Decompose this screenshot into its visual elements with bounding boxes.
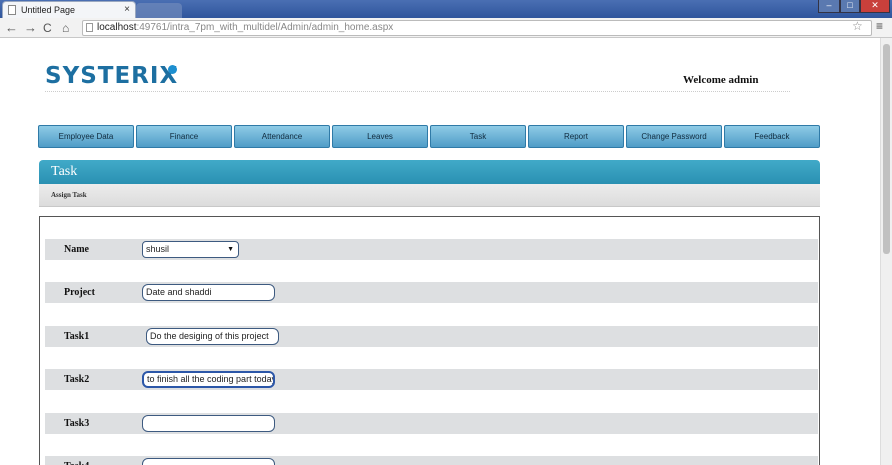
browser-tabstrip: Untitled Page × – □ ✕ <box>0 0 892 18</box>
name-select[interactable]: shusil ▼ <box>142 241 239 258</box>
menu-task[interactable]: Task <box>430 125 526 148</box>
task3-input[interactable] <box>142 415 275 432</box>
assign-task-form: Name shusil ▼ Project Date and shaddi Ta… <box>39 216 820 465</box>
address-bar[interactable]: localhost:49761/intra_7pm_with_multidel/… <box>82 20 872 36</box>
page-info-icon <box>86 23 93 32</box>
form-row-task3: Task3 <box>45 413 818 434</box>
menu-report[interactable]: Report <box>528 125 624 148</box>
close-window-icon[interactable]: ✕ <box>860 0 890 13</box>
forward-arrow-icon[interactable]: → <box>24 19 37 37</box>
panel-title: Task <box>39 160 820 184</box>
project-input[interactable]: Date and shaddi <box>142 284 275 301</box>
welcome-message: Welcome admin <box>683 74 759 86</box>
menu-employee-data[interactable]: Employee Data <box>38 125 134 148</box>
task1-label: Task1 <box>64 331 90 342</box>
browser-toolbar: ← → C ⌂ localhost:49761/intra_7pm_with_m… <box>0 18 892 38</box>
task1-input[interactable]: Do the desiging of this project <box>146 328 279 345</box>
page-icon <box>8 5 16 15</box>
main-menu: Employee Data Finance Attendance Leaves … <box>38 125 820 148</box>
menu-attendance[interactable]: Attendance <box>234 125 330 148</box>
header-divider <box>45 91 790 92</box>
dropdown-caret-icon: ▼ <box>227 246 234 253</box>
logo-dot-icon <box>168 65 177 74</box>
bookmark-star-icon[interactable]: ☆ <box>852 19 863 33</box>
minimize-icon[interactable]: – <box>818 0 840 13</box>
menu-leaves[interactable]: Leaves <box>332 125 428 148</box>
menu-finance[interactable]: Finance <box>136 125 232 148</box>
home-icon[interactable]: ⌂ <box>62 19 69 37</box>
name-label: Name <box>64 244 89 255</box>
logo-text: SYSTERIX <box>45 63 179 89</box>
systerix-logo: SYSTERIX <box>45 63 178 89</box>
scrollbar-thumb[interactable] <box>883 44 890 254</box>
task2-input[interactable]: to finish all the coding part today <box>142 371 275 388</box>
form-row-task2: Task2 to finish all the coding part toda… <box>45 369 818 390</box>
page-scrollbar[interactable] <box>880 38 892 465</box>
back-arrow-icon[interactable]: ← <box>5 19 18 37</box>
url-host: localhost <box>97 22 137 33</box>
maximize-icon[interactable]: □ <box>840 0 860 13</box>
browser-menu-icon[interactable]: ≡ <box>876 19 883 33</box>
form-row-task1: Task1 Do the desiging of this project <box>45 326 818 347</box>
page-viewport: SYSTERIX Welcome admin Employee Data Fin… <box>0 38 880 465</box>
task4-label: Task4 <box>64 456 89 465</box>
form-row-name: Name shusil ▼ <box>45 239 818 260</box>
form-row-project: Project Date and shaddi <box>45 282 818 303</box>
menu-feedback[interactable]: Feedback <box>724 125 820 148</box>
project-label: Project <box>64 287 95 298</box>
browser-tab[interactable]: Untitled Page × <box>2 1 136 18</box>
menu-change-password[interactable]: Change Password <box>626 125 722 148</box>
new-tab-button[interactable] <box>136 3 182 18</box>
tab-close-icon[interactable]: × <box>124 2 130 18</box>
reload-icon[interactable]: C <box>43 19 52 37</box>
name-select-value: shusil <box>146 244 170 254</box>
task3-label: Task3 <box>64 418 90 429</box>
task2-label: Task2 <box>64 374 90 385</box>
task4-input[interactable] <box>142 458 275 465</box>
form-row-task4: Task4 <box>45 456 818 465</box>
tab-title: Untitled Page <box>21 5 76 15</box>
url-path: :49761/intra_7pm_with_multidel/Admin/adm… <box>136 22 394 33</box>
panel-subtitle: Assign Task <box>39 184 820 207</box>
